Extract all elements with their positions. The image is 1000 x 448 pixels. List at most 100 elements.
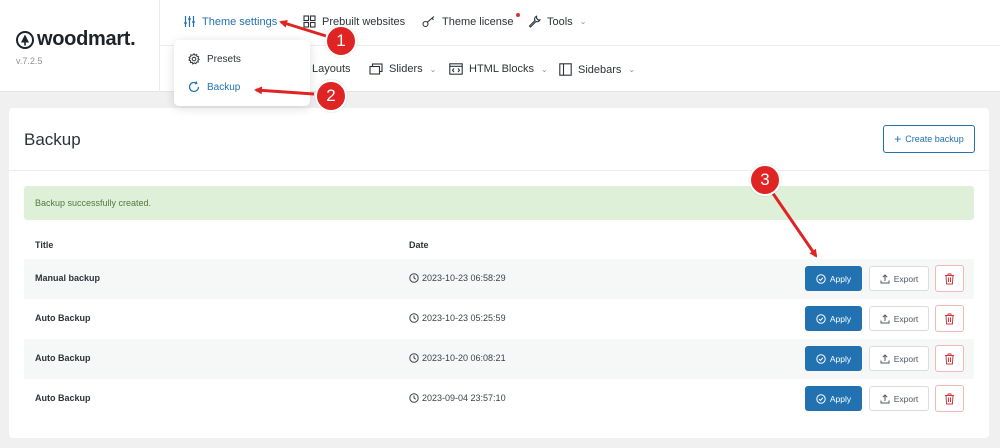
brand-area: woodmart. v.7.2.5 — [0, 0, 160, 92]
backup-title: Auto Backup — [35, 313, 91, 323]
clock-icon — [409, 273, 419, 283]
nav-tools-label: Tools — [547, 15, 573, 28]
trash-icon — [945, 313, 954, 324]
apply-label: Apply — [829, 313, 852, 324]
delete-button[interactable] — [935, 305, 964, 332]
nav-layouts-label: Layouts — [312, 63, 351, 75]
backup-date: 2023-10-23 05:25:59 — [409, 313, 506, 323]
dropdown-backup-label: Backup — [207, 81, 241, 93]
apply-label: Apply — [829, 393, 852, 404]
annotation-badge-1: 1 — [325, 25, 357, 57]
nav-tools[interactable]: Tools ⌄ — [528, 15, 586, 28]
backup-title: Auto Backup — [35, 353, 91, 363]
version-label: v.7.2.5 — [16, 56, 43, 66]
export-button[interactable]: Export — [869, 266, 929, 291]
brand-name: woodmart. — [37, 28, 136, 50]
check-circle-icon — [816, 393, 826, 404]
nav-theme-license[interactable]: Theme license — [422, 12, 520, 28]
clock-icon — [409, 353, 419, 363]
upload-icon — [880, 393, 890, 403]
gear-icon — [188, 53, 200, 65]
apply-label: Apply — [829, 353, 852, 364]
success-notice: Backup successfully created. — [24, 186, 974, 220]
export-label: Export — [893, 353, 919, 364]
clock-icon — [409, 313, 419, 323]
nav-sliders-label: Sliders — [389, 63, 423, 75]
theme-settings-dropdown: Presets Backup — [174, 40, 310, 106]
create-backup-label: Create backup — [905, 134, 964, 144]
woodmart-logo-icon — [16, 30, 34, 49]
success-notice-text: Backup successfully created. — [35, 198, 152, 208]
nav-html-blocks-label: HTML Blocks — [469, 63, 534, 75]
column-header-date: Date — [409, 240, 429, 250]
apply-button[interactable]: Apply — [805, 346, 862, 371]
chevron-down-icon: ⌄ — [541, 64, 548, 74]
panel-divider — [9, 170, 989, 171]
backup-date-text: 2023-10-20 06:08:21 — [422, 353, 506, 363]
nav-sliders[interactable]: Sliders ⌄ — [369, 63, 436, 75]
sliders-icon — [184, 16, 195, 27]
apply-button[interactable]: Apply — [805, 386, 862, 411]
check-circle-icon — [816, 353, 826, 364]
plus-icon: + — [894, 132, 902, 146]
upload-icon — [880, 353, 890, 363]
apply-button[interactable]: Apply — [805, 266, 862, 291]
nav-layouts[interactable]: Layouts — [312, 63, 351, 75]
table-row: Auto Backup 2023-10-23 05:25:59 Apply Ex… — [24, 299, 974, 339]
check-circle-icon — [816, 313, 826, 324]
table-row: Auto Backup 2023-09-04 23:57:10 Apply Ex… — [24, 379, 974, 419]
notification-dot — [515, 12, 520, 17]
nav-theme-settings[interactable]: Theme settings — [183, 15, 277, 28]
backup-date: 2023-10-20 06:08:21 — [409, 353, 506, 363]
sliders-layers-icon — [369, 63, 383, 75]
apply-button[interactable]: Apply — [805, 306, 862, 331]
upload-icon — [880, 273, 890, 283]
chevron-down-icon: ⌄ — [628, 65, 636, 74]
backup-title: Manual backup — [35, 273, 101, 283]
nav-license-label: Theme license — [442, 15, 514, 28]
nav-license-label-wrap: Theme license — [442, 12, 520, 28]
annotation-badge-3: 3 — [749, 164, 781, 196]
export-label: Export — [893, 393, 919, 404]
backup-title: Auto Backup — [35, 393, 91, 403]
apply-label: Apply — [829, 273, 852, 284]
export-button[interactable]: Export — [869, 346, 929, 371]
logo[interactable]: woodmart. — [16, 28, 136, 51]
backup-panel: Backup + Create backup Backup successful… — [9, 108, 989, 438]
upload-icon — [880, 313, 890, 323]
delete-button[interactable] — [935, 265, 964, 292]
trash-icon — [945, 353, 954, 364]
dropdown-item-presets[interactable]: Presets — [188, 53, 241, 65]
wrench-icon — [528, 15, 541, 28]
column-header-title: Title — [35, 240, 54, 250]
export-label: Export — [893, 273, 919, 284]
nav-sidebars-label: Sidebars — [578, 63, 622, 76]
delete-button[interactable] — [935, 345, 964, 372]
trash-icon — [945, 393, 954, 404]
key-icon — [422, 16, 435, 28]
nav-theme-settings-label: Theme settings — [202, 15, 278, 28]
table-row: Auto Backup 2023-10-20 06:08:21 Apply Ex… — [24, 339, 974, 379]
table-row: Manual backup 2023-10-23 06:58:29 Apply … — [24, 259, 974, 299]
refresh-icon — [188, 81, 200, 93]
nav-sidebars[interactable]: Sidebars ⌄ — [559, 63, 635, 76]
delete-button[interactable] — [935, 385, 964, 412]
sidebar-layout-icon — [559, 63, 572, 76]
create-backup-button[interactable]: + Create backup — [883, 125, 975, 153]
clock-icon — [409, 393, 419, 403]
dropdown-item-backup[interactable]: Backup — [188, 81, 240, 93]
check-circle-icon — [816, 273, 826, 284]
chevron-down-icon: ⌄ — [429, 64, 437, 74]
page-title: Backup — [24, 130, 81, 149]
code-block-icon — [449, 63, 463, 75]
export-button[interactable]: Export — [869, 386, 929, 411]
export-button[interactable]: Export — [869, 306, 929, 331]
backup-date-text: 2023-10-23 05:25:59 — [422, 313, 506, 323]
backup-date: 2023-09-04 23:57:10 — [409, 393, 506, 403]
backup-date-text: 2023-09-04 23:57:10 — [422, 393, 506, 403]
nav-prebuilt-websites[interactable]: Prebuilt websites — [303, 15, 405, 28]
nav-html-blocks[interactable]: HTML Blocks ⌄ — [449, 63, 548, 75]
admin-header: woodmart. v.7.2.5 Theme settings Prebuil… — [0, 0, 1000, 92]
backup-date: 2023-10-23 06:58:29 — [409, 273, 506, 283]
grid-icon — [303, 15, 316, 28]
